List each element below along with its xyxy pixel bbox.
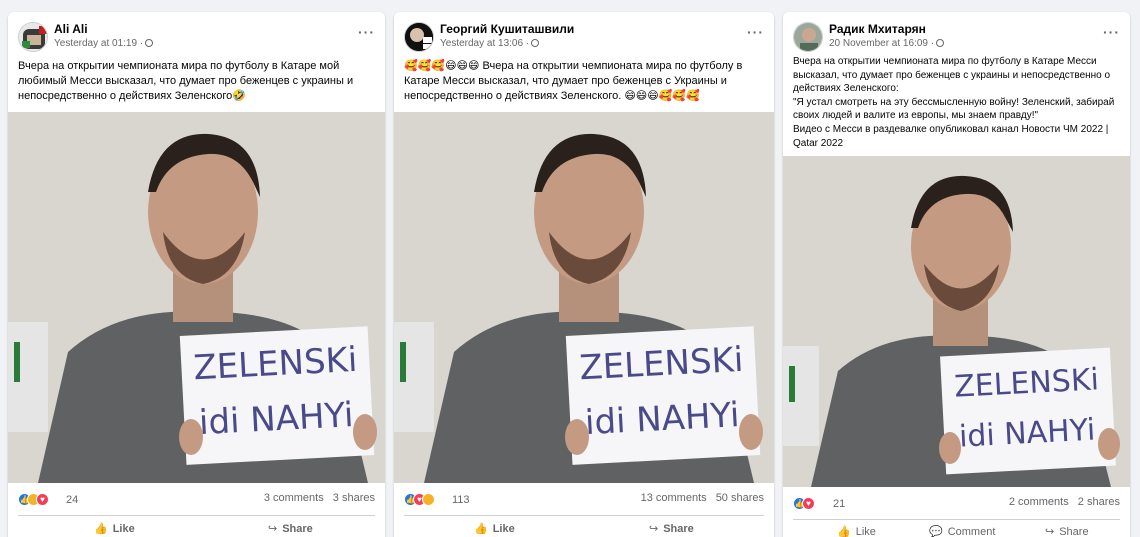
post-photo[interactable]: ZELENSKi idi NAHYi <box>783 156 1130 487</box>
globe-icon <box>531 39 540 47</box>
thumbs-up-icon: 👍 <box>94 523 108 535</box>
globe-icon <box>145 39 154 47</box>
divider <box>793 519 1120 520</box>
post-stats: 👍 ♥ 21 2 comments 2 shares <box>793 495 1120 513</box>
comments-count-link[interactable]: 3 comments <box>264 492 324 504</box>
avatar[interactable] <box>793 22 823 52</box>
like-button[interactable]: 👍 Like <box>474 522 515 535</box>
globe-icon <box>936 39 945 47</box>
post-actions: 👍 Like ↪ Share <box>404 518 764 537</box>
thumbs-up-icon: 👍 <box>837 526 851 537</box>
avatar[interactable] <box>18 22 48 52</box>
avatar[interactable] <box>404 22 434 52</box>
comment-bubble-icon: 💬 <box>929 526 943 537</box>
post-card-1: Ali Ali Yesterday at 01:19 · ··· Вчера н… <box>8 12 385 537</box>
post-timestamp[interactable]: Yesterday at 01:19 · <box>54 38 154 49</box>
author-name[interactable]: Георгий Кушиташвили <box>440 22 574 36</box>
more-options-button[interactable]: ··· <box>1103 24 1120 40</box>
shares-count-link[interactable]: 50 shares <box>716 492 764 504</box>
haha-reaction-icon <box>422 493 435 506</box>
post-header: Ali Ali Yesterday at 01:19 · ··· <box>18 22 375 62</box>
share-button[interactable]: ↪ Share <box>268 522 313 535</box>
divider <box>404 515 764 516</box>
post-header: Георгий Кушиташвили Yesterday at 13:06 ·… <box>404 22 764 62</box>
post-card-3: Радик Мхитарян 20 November at 16:09 · ··… <box>783 12 1130 537</box>
post-text: Вчера на открытии чемпионата мира по фут… <box>793 56 1115 149</box>
share-arrow-icon: ↪ <box>649 523 659 535</box>
comment-button[interactable]: 💬 Comment <box>929 525 995 537</box>
post-actions: 👍 Like ↪ Share <box>18 518 375 537</box>
post-stats: 👍 ♥ 113 13 comments 50 shares <box>404 491 764 509</box>
post-text: Вчера на открытии чемпионата мира по фут… <box>18 60 354 102</box>
comments-count-link[interactable]: 2 comments <box>1009 496 1069 508</box>
post-card-2: Георгий Кушиташвили Yesterday at 13:06 ·… <box>394 12 774 537</box>
share-button[interactable]: ↪ Share <box>1045 525 1089 537</box>
share-arrow-icon: ↪ <box>1045 526 1055 537</box>
share-button[interactable]: ↪ Share <box>649 522 694 535</box>
post-actions: 👍 Like 💬 Comment ↪ Share <box>793 521 1120 537</box>
more-options-button[interactable]: ··· <box>747 24 764 40</box>
author-name[interactable]: Ali Ali <box>54 22 88 36</box>
sign-text-line1: ZELENSKi <box>578 340 744 389</box>
post-photo[interactable]: ZELENSKi idi NAHYi <box>8 112 385 483</box>
love-reaction-icon: ♥ <box>802 497 815 510</box>
shares-count-link[interactable]: 3 shares <box>333 492 375 504</box>
sign-text-line2: idi NAHYi <box>584 395 740 443</box>
sign-text-line2: idi NAHYi <box>958 413 1096 455</box>
like-button[interactable]: 👍 Like <box>837 525 876 537</box>
sign-text-line1: ZELENSKi <box>192 340 358 389</box>
reaction-count: 24 <box>66 494 79 506</box>
reaction-count: 21 <box>833 498 846 510</box>
post-stats: 👍 ♥ 24 3 comments 3 shares <box>18 491 375 509</box>
shares-count-link[interactable]: 2 shares <box>1078 496 1120 508</box>
post-timestamp[interactable]: 20 November at 16:09 · <box>829 38 945 49</box>
divider <box>18 515 375 516</box>
love-reaction-icon: ♥ <box>36 493 49 506</box>
post-photo[interactable]: ZELENSKi idi NAHYi <box>394 112 774 483</box>
like-button[interactable]: 👍 Like <box>94 522 135 535</box>
thumbs-up-icon: 👍 <box>474 523 488 535</box>
share-arrow-icon: ↪ <box>268 523 278 535</box>
sign-text-line2: idi NAHYi <box>198 395 354 443</box>
post-timestamp[interactable]: Yesterday at 13:06 · <box>440 38 540 49</box>
post-text: 🥰🥰🥰😄😄😄 Вчера на открытии чемпионата мира… <box>404 60 743 102</box>
more-options-button[interactable]: ··· <box>358 24 375 40</box>
comments-count-link[interactable]: 13 comments <box>641 492 707 504</box>
author-name[interactable]: Радик Мхитарян <box>829 22 926 36</box>
reaction-count: 113 <box>452 494 470 506</box>
